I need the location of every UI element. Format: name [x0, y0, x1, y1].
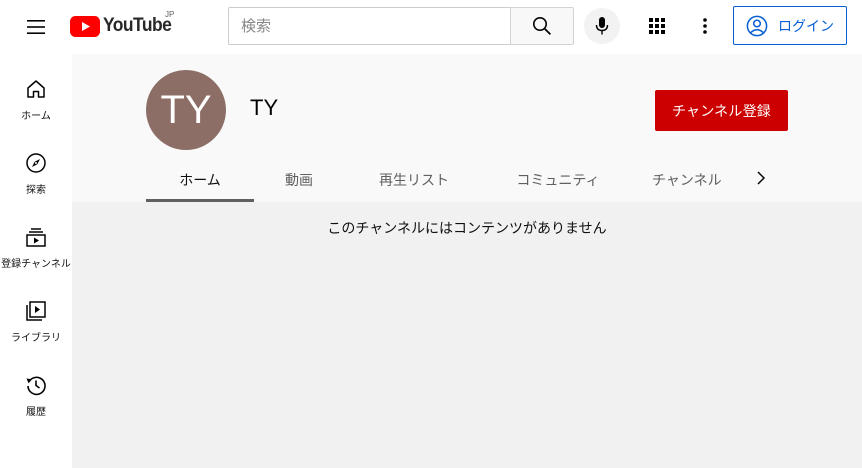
more-vertical-icon — [703, 18, 707, 34]
region-code: JP — [165, 10, 175, 19]
subscriptions-icon — [26, 228, 46, 247]
search-box — [228, 7, 511, 45]
login-button[interactable]: ログイン — [733, 6, 847, 45]
apps-grid-icon — [649, 18, 665, 34]
sidebar-item-library[interactable]: ライブラリ — [0, 284, 72, 358]
tab-playlists[interactable]: 再生リスト — [344, 157, 484, 202]
sidebar-item-label: 登録チャンネル — [1, 259, 71, 270]
apps-button[interactable] — [642, 10, 672, 42]
youtube-logo[interactable]: YouTube — [70, 13, 177, 39]
sidebar-item-label: 履歴 — [26, 407, 46, 418]
chevron-right-icon — [757, 171, 766, 185]
subscribe-button[interactable]: チャンネル登録 — [655, 90, 788, 131]
hamburger-icon — [27, 20, 45, 34]
search-button[interactable] — [510, 7, 574, 45]
masthead: YouTube JP 検索 ログイン — [0, 0, 862, 54]
sidebar-item-label: 探索 — [26, 185, 46, 196]
sidebar-item-history[interactable]: 履歴 — [0, 358, 72, 432]
history-icon — [26, 376, 46, 396]
sidebar-item-explore[interactable]: 探索 — [0, 136, 72, 210]
tab-videos[interactable]: 動画 — [254, 157, 344, 202]
sidebar-item-label: ホーム — [21, 111, 51, 122]
logo-text: YouTube — [103, 15, 172, 36]
tab-channels[interactable]: チャンネル — [632, 157, 748, 202]
sidebar-item-label: ライブラリ — [11, 333, 61, 344]
sidebar: ホーム 探索 登録チャンネル ライブラリ 履歴 — [0, 54, 72, 468]
youtube-page: YouTube JP 検索 ログイン ホーム 探索 登録チャンネル ライブラリ … — [0, 0, 862, 468]
microphone-icon — [595, 17, 609, 35]
tab-home[interactable]: ホーム — [146, 157, 254, 202]
voice-search-button[interactable] — [584, 8, 620, 44]
search-icon — [533, 17, 552, 36]
settings-button[interactable] — [690, 10, 720, 42]
login-label: ログイン — [778, 18, 834, 35]
home-icon — [27, 80, 45, 98]
menu-button[interactable] — [18, 9, 54, 45]
channel-header: TY TY チャンネル登録 ホーム 動画 再生リスト コミュニティ チャンネル — [72, 54, 862, 202]
channel-content: このチャンネルにはコンテンツがありません — [72, 202, 862, 468]
channel-name: TY — [250, 95, 279, 120]
sidebar-item-subscriptions[interactable]: 登録チャンネル — [0, 210, 72, 284]
sidebar-item-home[interactable]: ホーム — [0, 62, 72, 136]
tab-community[interactable]: コミュニティ — [484, 157, 632, 202]
library-icon — [26, 301, 46, 321]
empty-content-message: このチャンネルにはコンテンツがありません — [327, 221, 607, 237]
youtube-play-icon — [70, 15, 100, 37]
account-icon — [746, 15, 768, 36]
tabs-scroll-right-button[interactable] — [750, 166, 772, 190]
channel-avatar: TY — [146, 70, 226, 150]
compass-icon — [26, 153, 46, 173]
search-input[interactable] — [229, 8, 511, 44]
